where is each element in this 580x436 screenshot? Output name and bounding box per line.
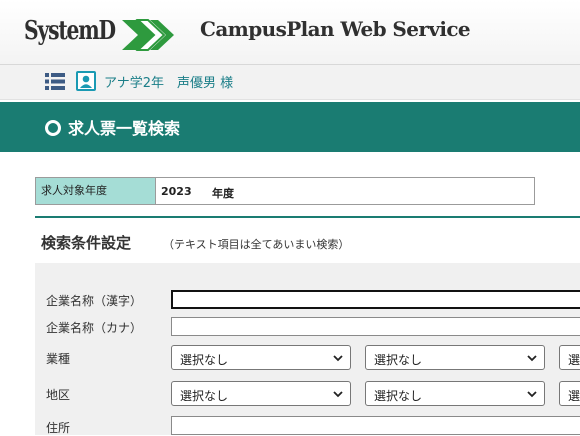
section-title: 検索条件設定 [41,234,132,252]
industry-select-2[interactable]: 選択なし [365,345,545,370]
chevron-down-icon [333,391,343,398]
region-select-1-value: 選択なし [180,389,229,403]
section-note: （テキスト項目は全てあいまい検索） [163,238,350,251]
target-year-suffix: 年度 [212,187,234,200]
region-select-3[interactable]: 選 [559,381,580,406]
logo-text: SystemD [24,16,116,46]
page-title: 求人票一覧検索 [68,119,181,138]
user-icon[interactable] [76,71,96,91]
region-label: 地区 [46,388,71,402]
region-select-3-value: 選 [568,389,580,403]
address-label: 住所 [46,421,71,435]
chevron-down-icon [527,391,537,398]
systemd-logo[interactable]: SystemD [24,10,174,54]
industry-select-3-value: 選 [568,353,580,367]
company-kana-label: 企業名称（カナ） [46,321,143,335]
company-kanji-label: 企業名称（漢字） [46,294,143,308]
region-select-2[interactable]: 選択なし [365,381,545,406]
circle-bullet-icon [45,120,61,136]
search-form: 企業名称（漢字） 企業名称（カナ） 業種 選択なし 選択なし 選 地区 選択なし… [35,263,580,435]
industry-select-2-value: 選択なし [374,353,423,367]
search-conditions-heading: 検索条件設定 （テキスト項目は全てあいまい検索） [35,216,580,256]
user-name: アナ学2年 声優男 様 [104,76,234,91]
target-year-row: 求人対象年度 2023 年度 [35,177,535,205]
list-menu-icon[interactable] [45,73,65,90]
target-year-label: 求人対象年度 [36,178,156,204]
user-silhouette-icon [78,73,94,89]
logo-chevron-icon [122,19,174,51]
industry-select-1-value: 選択なし [180,353,229,367]
industry-label: 業種 [46,352,71,366]
app-header: SystemD CampusPlan Web Service [0,0,580,65]
user-bar: アナ学2年 声優男 様 [0,65,580,100]
chevron-down-icon [333,355,343,362]
industry-select-1[interactable]: 選択なし [171,345,351,370]
region-select-1[interactable]: 選択なし [171,381,351,406]
target-year-value: 2023 [161,185,192,198]
page-title-bar: 求人票一覧検索 [0,102,580,152]
company-kanji-input[interactable] [171,290,580,309]
address-input[interactable] [171,416,580,435]
app-title: CampusPlan Web Service [200,17,471,41]
region-select-2-value: 選択なし [374,389,423,403]
company-kana-input[interactable] [171,317,580,336]
industry-select-3[interactable]: 選 [559,345,580,370]
chevron-down-icon [527,355,537,362]
